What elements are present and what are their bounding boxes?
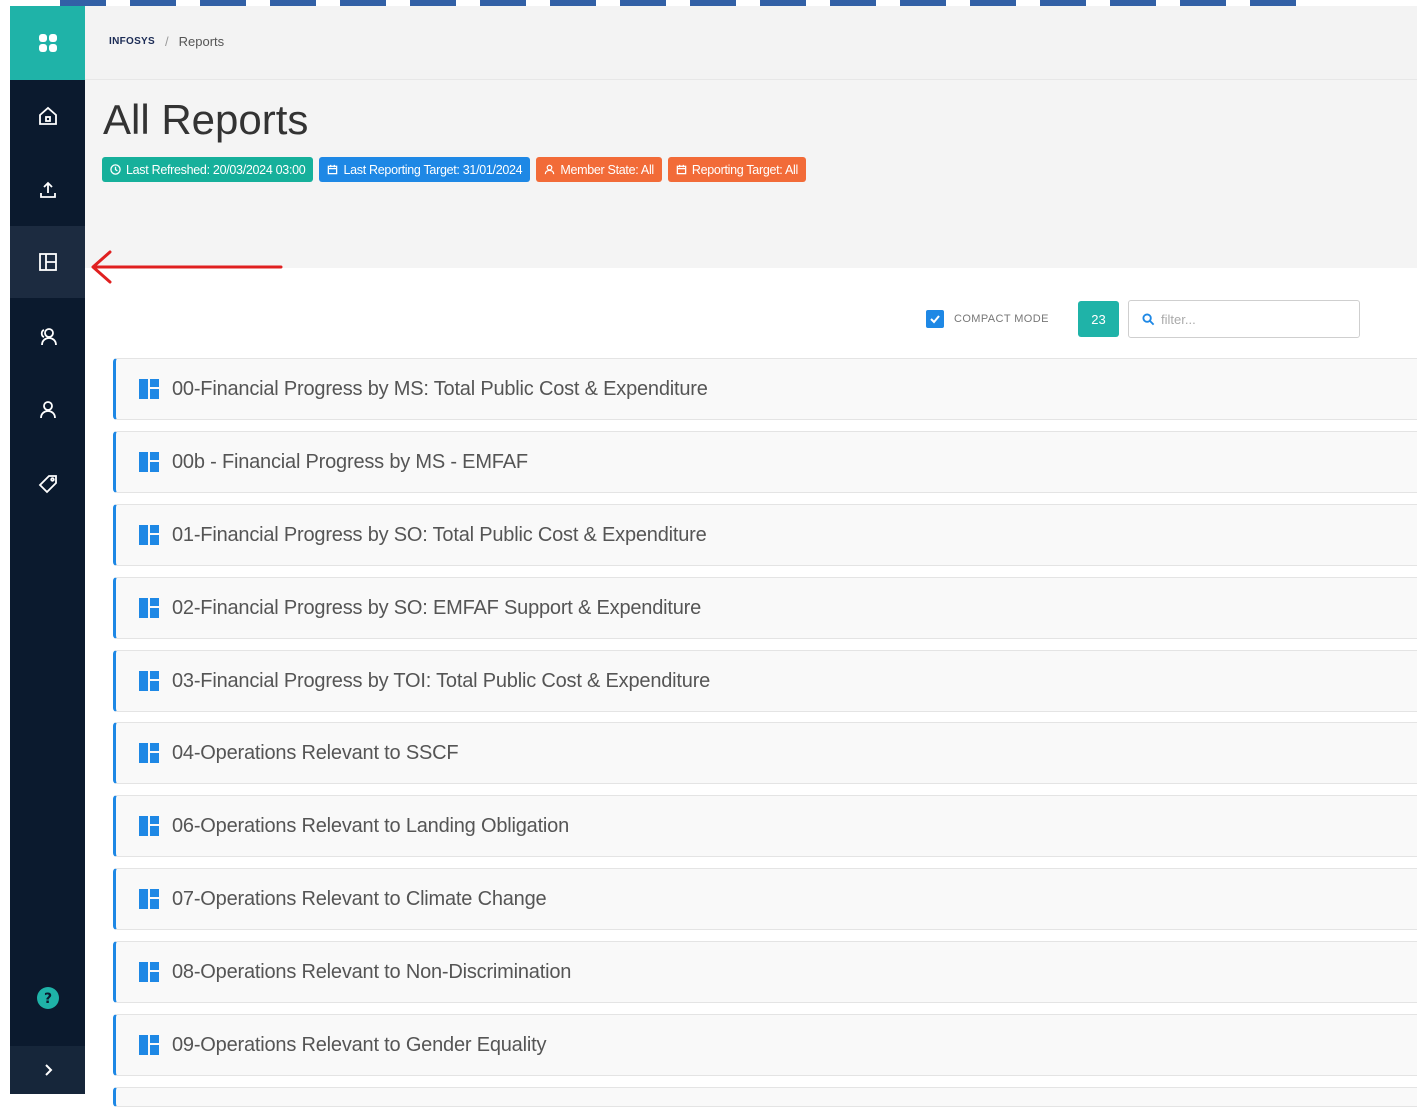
report-item[interactable]: 03-Financial Progress by TOI: Total Publ…: [113, 650, 1417, 712]
dashboard-icon: [139, 525, 159, 545]
page-title: All Reports: [103, 96, 309, 143]
report-label: 00b - Financial Progress by MS - EMFAF: [172, 450, 528, 473]
badge-last-reporting-target: Last Reporting Target: 31/01/2024: [319, 157, 531, 182]
list-controls: COMPACT MODE 23: [926, 300, 1360, 338]
sidebar-item-profile[interactable]: [10, 374, 85, 446]
help-circle-icon: ?: [36, 987, 59, 1009]
annotation-arrow-icon: [91, 250, 283, 284]
dashboard-icon: [139, 816, 159, 836]
sidebar-item-reports[interactable]: [10, 226, 85, 298]
report-label: 09-Operations Relevant to Gender Equalit…: [172, 1033, 547, 1056]
report-label: 00-Financial Progress by MS: Total Publi…: [172, 377, 708, 400]
badge-label: Last Refreshed: 20/03/2024 03:00: [126, 162, 306, 177]
checkmark-icon: [930, 315, 940, 324]
dashboard-icon: [139, 743, 159, 763]
sidebar-item-tags[interactable]: [10, 448, 85, 520]
dashboard-icon: [139, 1035, 159, 1055]
dashboard-icon: [139, 889, 159, 909]
filter-input[interactable]: [1161, 311, 1341, 327]
report-item[interactable]: 09-Operations Relevant to Gender Equalit…: [113, 1014, 1417, 1076]
report-item[interactable]: 04-Operations Relevant to SSCF: [113, 722, 1417, 784]
help-button[interactable]: ?: [10, 962, 85, 1034]
topbar: INFOSYS / Reports: [85, 6, 1417, 80]
report-item[interactable]: 01-Financial Progress by SO: Total Publi…: [113, 504, 1417, 566]
report-item[interactable]: 08-Operations Relevant to Non-Discrimina…: [113, 941, 1417, 1003]
badge-label: Reporting Target: All: [691, 162, 798, 177]
users-group-icon: [40, 328, 57, 346]
calendar-icon: [328, 164, 338, 175]
report-label: 08-Operations Relevant to Non-Discrimina…: [172, 960, 572, 983]
sidebar-item-upload[interactable]: [10, 154, 85, 226]
calendar-icon: [676, 164, 687, 175]
compact-mode-checkbox[interactable]: [926, 310, 944, 328]
clock-icon: [110, 164, 121, 175]
dashboard-icon: [139, 379, 159, 399]
search-icon: [1142, 312, 1155, 325]
report-item[interactable]: 06-Operations Relevant to Landing Obliga…: [113, 795, 1417, 857]
report-label: 03-Financial Progress by TOI: Total Publ…: [172, 669, 711, 692]
dashboard-icon: [139, 598, 159, 618]
badge-last-refreshed: Last Refreshed: 20/03/2024 03:00: [102, 157, 314, 182]
user-icon: [545, 164, 555, 175]
badge-reporting-target[interactable]: Reporting Target: All: [667, 157, 806, 182]
breadcrumb-home-link[interactable]: INFOSYS: [109, 36, 155, 47]
dashboard-icon: [139, 671, 159, 691]
report-item[interactable]: [113, 1087, 1417, 1107]
sidebar-item-home[interactable]: [10, 80, 85, 152]
report-item[interactable]: 00b - Financial Progress by MS - EMFAF: [113, 431, 1417, 493]
svg-text:?: ?: [43, 991, 51, 1007]
report-label: 07-Operations Relevant to Climate Change: [172, 887, 547, 910]
badge-member-state[interactable]: Member State: All: [536, 157, 662, 182]
report-label: 06-Operations Relevant to Landing Obliga…: [172, 814, 570, 837]
compact-mode-label: COMPACT MODE: [954, 313, 1049, 325]
sidebar-logo-button[interactable]: [10, 6, 85, 80]
apps-grid-icon: [38, 34, 57, 52]
badge-label: Last Reporting Target: 31/01/2024: [343, 162, 523, 177]
report-label: 01-Financial Progress by SO: Total Publi…: [172, 523, 707, 546]
home-icon: [38, 106, 57, 125]
tags-icon: [38, 475, 57, 494]
sidebar-item-users[interactable]: [10, 301, 85, 373]
user-icon: [39, 401, 56, 419]
upload-icon: [39, 181, 56, 198]
status-badges: Last Refreshed: 20/03/2024 03:00 Last Re…: [102, 157, 806, 182]
report-item[interactable]: 00-Financial Progress by MS: Total Publi…: [113, 358, 1417, 420]
breadcrumb-current: Reports: [178, 34, 225, 49]
breadcrumb-separator: /: [165, 34, 169, 49]
report-label: 02-Financial Progress by SO: EMFAF Suppo…: [172, 596, 702, 619]
chevron-right-icon: [44, 1064, 52, 1076]
sidebar: ?: [10, 6, 85, 1094]
breadcrumb: INFOSYS / Reports: [109, 34, 224, 49]
report-item[interactable]: 02-Financial Progress by SO: EMFAF Suppo…: [113, 577, 1417, 639]
report-label: 04-Operations Relevant to SSCF: [172, 741, 459, 764]
badge-label: Member State: All: [560, 162, 654, 177]
dashboard-layout-icon: [38, 253, 57, 271]
sidebar-expand-button[interactable]: [10, 1046, 85, 1094]
page-header: All Reports Last Refreshed: 20/03/2024 0…: [85, 80, 1417, 268]
report-item[interactable]: 07-Operations Relevant to Climate Change: [113, 868, 1417, 930]
report-count-badge: 23: [1078, 301, 1119, 337]
left-margin: [0, 0, 10, 1094]
dashboard-icon: [139, 962, 159, 982]
dashboard-icon: [139, 452, 159, 472]
filter-field[interactable]: [1128, 300, 1360, 338]
